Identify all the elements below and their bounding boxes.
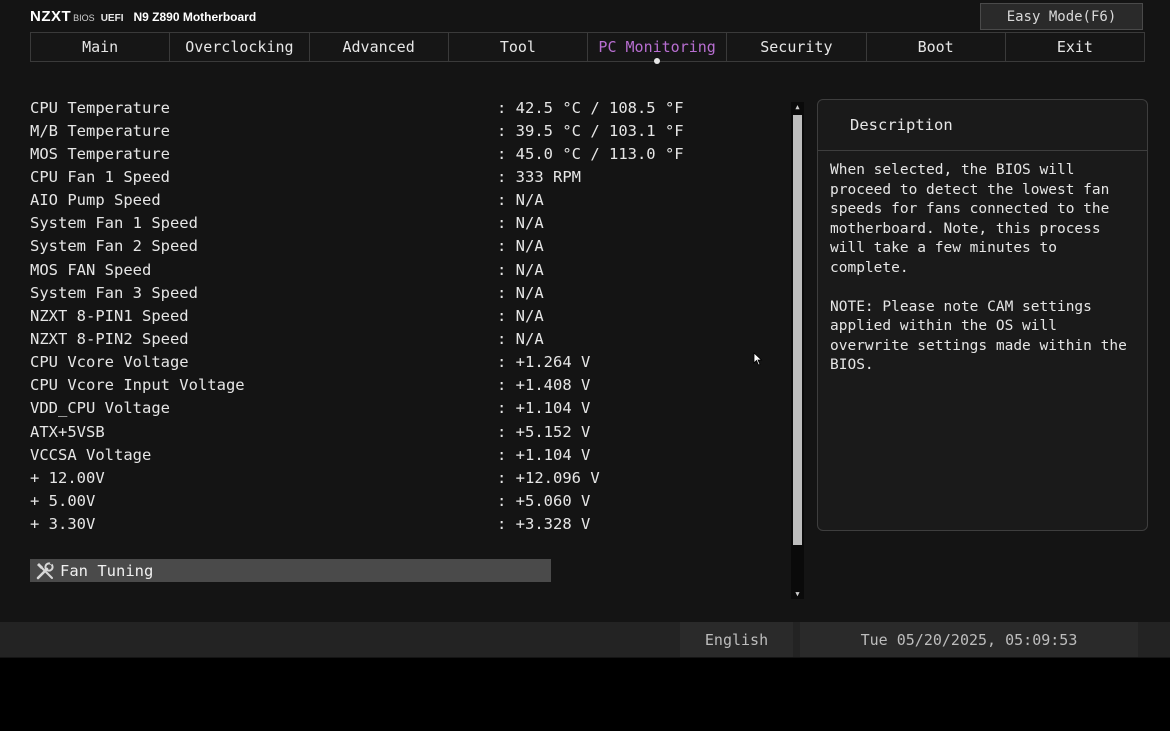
- monitor-row: + 5.00V : +5.060 V: [30, 489, 790, 512]
- monitor-label: NZXT 8-PIN1 Speed: [30, 306, 189, 325]
- monitor-label: System Fan 3 Speed: [30, 283, 198, 302]
- monitor-value: : +12.096 V: [497, 468, 600, 487]
- tab-boot[interactable]: Boot: [867, 33, 1006, 61]
- brand-header: NZXT BIOS UEFI N9 Z890 Motherboard: [30, 8, 256, 26]
- mouse-cursor-icon: [753, 351, 763, 366]
- monitor-row: ATX+5VSB : +5.152 V: [30, 420, 790, 443]
- description-paragraph: When selected, the BIOS will proceed to …: [830, 162, 1110, 276]
- monitor-label: System Fan 2 Speed: [30, 237, 198, 256]
- monitor-label: CPU Vcore Voltage: [30, 353, 189, 372]
- monitor-row: System Fan 3 Speed : N/A: [30, 281, 790, 304]
- datetime-display: Tue 05/20/2025, 05:09:53: [800, 622, 1138, 657]
- description-paragraph: NOTE: Please note CAM settings applied w…: [830, 298, 1127, 374]
- easy-mode-button[interactable]: Easy Mode(F6): [980, 3, 1143, 30]
- bios-label: BIOS: [73, 13, 95, 23]
- monitor-value: : +1.264 V: [497, 353, 591, 372]
- monitor-row: + 12.00V : +12.096 V: [30, 466, 790, 489]
- tab-exit[interactable]: Exit: [1006, 33, 1144, 61]
- monitor-label: M/B Temperature: [30, 121, 170, 140]
- monitor-label: MOS FAN Speed: [30, 260, 152, 279]
- monitor-label: + 12.00V: [30, 468, 105, 487]
- monitor-value: : +1.104 V: [497, 399, 591, 418]
- description-body: When selected, the BIOS will proceed to …: [818, 151, 1147, 376]
- language-selector[interactable]: English: [680, 622, 793, 657]
- scroll-down-arrow-icon[interactable]: ▼: [791, 589, 804, 599]
- monitor-row: System Fan 1 Speed : N/A: [30, 212, 790, 235]
- monitor-value: : 42.5 °C / 108.5 °F: [497, 98, 684, 117]
- description-title: Description: [818, 100, 1147, 151]
- monitor-label: CPU Temperature: [30, 98, 170, 117]
- monitor-value: : 333 RPM: [497, 167, 581, 186]
- monitor-value: : N/A: [497, 283, 544, 302]
- monitor-value: : 39.5 °C / 103.1 °F: [497, 121, 684, 140]
- nzxt-logo: NZXT: [30, 8, 72, 25]
- monitor-value: : N/A: [497, 329, 544, 348]
- main-tabs: Main Overclocking Advanced Tool PC Monit…: [30, 32, 1145, 64]
- monitor-label: MOS Temperature: [30, 144, 170, 163]
- monitor-row: CPU Vcore Voltage : +1.264 V: [30, 351, 790, 374]
- monitor-row: MOS FAN Speed : N/A: [30, 258, 790, 281]
- monitor-value: : N/A: [497, 237, 544, 256]
- monitor-row: M/B Temperature : 39.5 °C / 103.1 °F: [30, 119, 790, 142]
- monitor-value: : N/A: [497, 191, 544, 210]
- scroll-up-arrow-icon[interactable]: ▲: [791, 102, 804, 112]
- tab-main[interactable]: Main: [31, 33, 171, 61]
- monitor-value: : N/A: [497, 214, 544, 233]
- monitor-label: CPU Fan 1 Speed: [30, 167, 170, 186]
- monitor-row: CPU Temperature : 42.5 °C / 108.5 °F: [30, 96, 790, 119]
- monitor-row: CPU Fan 1 Speed : 333 RPM: [30, 165, 790, 188]
- monitor-row: CPU Vcore Input Voltage : +1.408 V: [30, 374, 790, 397]
- monitor-row: NZXT 8-PIN2 Speed : N/A: [30, 327, 790, 350]
- monitor-value: : +3.328 V: [497, 515, 591, 534]
- monitoring-list: CPU Temperature : 42.5 °C / 108.5 °F M/B …: [30, 96, 790, 536]
- tab-advanced[interactable]: Advanced: [310, 33, 449, 61]
- tab-pc-monitoring[interactable]: PC Monitoring: [588, 33, 728, 64]
- monitor-row: System Fan 2 Speed : N/A: [30, 235, 790, 258]
- monitor-row: MOS Temperature : 45.0 °C / 113.0 °F: [30, 142, 790, 165]
- description-panel: Description When selected, the BIOS will…: [817, 99, 1148, 531]
- tab-security[interactable]: Security: [727, 33, 867, 61]
- monitor-row: VCCSA Voltage : +1.104 V: [30, 443, 790, 466]
- monitor-label: NZXT 8-PIN2 Speed: [30, 329, 189, 348]
- monitor-value: : 45.0 °C / 113.0 °F: [497, 144, 684, 163]
- monitor-value: : +5.152 V: [497, 422, 591, 441]
- monitor-label: CPU Vcore Input Voltage: [30, 376, 245, 395]
- fan-tuning-label: Fan Tuning: [60, 561, 154, 580]
- monitor-value: : N/A: [497, 260, 544, 279]
- monitor-value: : +5.060 V: [497, 491, 591, 510]
- bios-screen: NZXT BIOS UEFI N9 Z890 Motherboard Easy …: [0, 0, 1170, 658]
- monitor-row: AIO Pump Speed : N/A: [30, 189, 790, 212]
- tab-overclocking[interactable]: Overclocking: [170, 33, 310, 61]
- monitor-label: VCCSA Voltage: [30, 445, 152, 464]
- wrench-screwdriver-icon: [33, 560, 57, 581]
- list-scrollbar[interactable]: ▲ ▼: [791, 102, 804, 599]
- monitor-label: + 5.00V: [30, 491, 96, 510]
- monitor-value: : N/A: [497, 306, 544, 325]
- monitor-label: VDD_CPU Voltage: [30, 399, 170, 418]
- uefi-label: UEFI: [100, 13, 124, 24]
- monitor-label: + 3.30V: [30, 515, 96, 534]
- monitor-label: AIO Pump Speed: [30, 191, 161, 210]
- scroll-thumb[interactable]: [793, 115, 802, 545]
- tab-tool[interactable]: Tool: [449, 33, 588, 61]
- monitor-row: VDD_CPU Voltage : +1.104 V: [30, 397, 790, 420]
- monitor-row: NZXT 8-PIN1 Speed : N/A: [30, 304, 790, 327]
- fan-tuning-item[interactable]: Fan Tuning: [30, 559, 551, 582]
- monitor-row: + 3.30V : +3.328 V: [30, 513, 790, 536]
- monitor-value: : +1.104 V: [497, 445, 591, 464]
- monitor-label: System Fan 1 Speed: [30, 214, 198, 233]
- monitor-value: : +1.408 V: [497, 376, 591, 395]
- motherboard-model: N9 Z890 Motherboard: [133, 10, 257, 24]
- monitor-label: ATX+5VSB: [30, 422, 105, 441]
